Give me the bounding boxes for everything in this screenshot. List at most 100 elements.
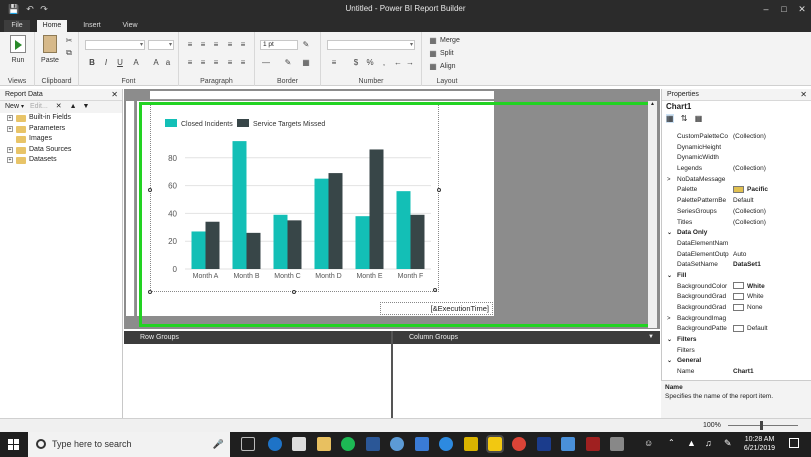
mail-icon[interactable]	[292, 437, 306, 451]
new-button[interactable]: New	[5, 103, 19, 110]
taskbar-search-box[interactable]: Type here to search 🎤	[28, 432, 230, 457]
collapse-icon[interactable]: ⌄	[667, 271, 672, 282]
italic-icon[interactable]: I	[101, 58, 111, 67]
taskbar-clock[interactable]: 10:28 AM 6/21/2019	[737, 435, 782, 453]
property-row[interactable]: DataSetName DataSet1	[662, 260, 803, 271]
indent-icon[interactable]: ≡	[225, 40, 235, 49]
comma-icon[interactable]: ,	[379, 58, 389, 67]
collapse-icon[interactable]: ⌄	[667, 335, 672, 346]
zoom-slider[interactable]	[728, 425, 798, 426]
collapse-icon[interactable]: ⌄	[667, 356, 672, 367]
property-value[interactable]: (Collection)	[733, 164, 766, 175]
align-left-icon[interactable]: ≡	[185, 40, 195, 49]
tree-item-parameters[interactable]: + Parameters	[0, 124, 122, 135]
close-icon[interactable]: ✕	[111, 89, 118, 101]
property-value[interactable]: Chart1	[733, 367, 754, 378]
bullets-icon[interactable]: ≡	[225, 58, 235, 67]
windows-start-icon[interactable]	[8, 439, 19, 450]
maximize-icon[interactable]: □	[775, 2, 793, 16]
network-icon[interactable]: ▲	[687, 438, 696, 448]
groups-divider[interactable]	[391, 331, 393, 418]
file-explorer-icon[interactable]	[317, 437, 331, 451]
expand-icon[interactable]: +	[7, 157, 13, 164]
align-center-icon[interactable]: ≡	[198, 40, 208, 49]
collapse-icon[interactable]: ⌄	[667, 228, 672, 239]
property-category[interactable]: ⌄ General	[662, 356, 803, 367]
property-row[interactable]: BackgroundGrad White	[662, 292, 803, 303]
tab-view[interactable]: View	[115, 20, 145, 32]
font-color-icon[interactable]: A	[131, 58, 141, 67]
property-value[interactable]: White	[733, 282, 765, 293]
app-icon[interactable]	[610, 437, 624, 451]
property-row[interactable]: Filters	[662, 346, 803, 357]
property-row[interactable]: DataElementOutp Auto	[662, 250, 803, 261]
property-row[interactable]: Name Chart1	[662, 367, 803, 378]
property-pages-icon[interactable]: ▦	[695, 114, 703, 123]
font-name-select[interactable]: ▾	[85, 40, 145, 50]
property-row[interactable]: PalettePatternBe Default	[662, 196, 803, 207]
alphabetical-icon[interactable]: ⇅	[681, 114, 688, 123]
app-icon[interactable]	[390, 437, 404, 451]
chevron-down-icon[interactable]: ▼	[648, 331, 654, 344]
property-value[interactable]: (Collection)	[733, 207, 766, 218]
people-icon[interactable]: ☺	[644, 438, 653, 448]
grow-font-icon[interactable]: A	[151, 58, 161, 67]
font-size-select[interactable]: ▾	[148, 40, 174, 50]
property-row[interactable]: Legends (Collection)	[662, 164, 803, 175]
app-icon[interactable]	[415, 437, 429, 451]
placeholder-styles-icon[interactable]: ≡	[329, 58, 339, 67]
property-row[interactable]: DynamicHeight	[662, 143, 803, 154]
chevron-up-icon[interactable]: ⌃	[668, 438, 675, 447]
notifications-icon[interactable]	[789, 438, 799, 448]
tab-home[interactable]: Home	[37, 20, 67, 32]
border-style-icon[interactable]: —	[261, 58, 271, 67]
decrease-decimal-icon[interactable]: →	[405, 58, 415, 67]
borders-icon[interactable]: ▦	[301, 58, 311, 67]
property-value[interactable]: Pacific	[733, 185, 768, 196]
align-middle-icon[interactable]: ≡	[211, 58, 221, 67]
tree-item-images[interactable]: Images	[0, 134, 122, 145]
expand-icon[interactable]: >	[667, 175, 671, 186]
tab-file[interactable]: File	[4, 20, 30, 32]
delete-icon[interactable]: ✕	[56, 103, 62, 110]
move-up-icon[interactable]: ▲	[70, 103, 77, 110]
close-window-icon[interactable]: ✕	[793, 2, 811, 16]
tree-item-datasets[interactable]: + Datasets	[0, 155, 122, 166]
property-row[interactable]: > NoDataMessage	[662, 175, 803, 186]
merge-button[interactable]: Merge	[440, 37, 460, 44]
property-row[interactable]: DataElementNam	[662, 239, 803, 250]
app-icon[interactable]	[586, 437, 600, 451]
property-value[interactable]: (Collection)	[733, 132, 766, 143]
line-color-icon[interactable]: ✎	[283, 58, 293, 67]
power-bi-icon[interactable]	[464, 437, 478, 451]
task-view-icon[interactable]	[241, 437, 255, 451]
app-icon[interactable]	[537, 437, 551, 451]
currency-icon[interactable]: $	[351, 58, 361, 67]
property-value[interactable]: Default	[733, 196, 754, 207]
property-row[interactable]: DynamicWidth	[662, 153, 803, 164]
edit-button[interactable]: Edit...	[30, 103, 48, 110]
bold-icon[interactable]: B	[87, 58, 97, 67]
expand-icon[interactable]: +	[7, 146, 13, 153]
pen-icon[interactable]: ✎	[724, 438, 732, 449]
property-category[interactable]: ⌄ Data Only	[662, 228, 803, 239]
justify-icon[interactable]: ≡	[185, 58, 195, 67]
shrink-font-icon[interactable]: a	[163, 58, 173, 67]
property-value[interactable]: None	[733, 303, 763, 314]
border-width-select[interactable]: 1 pt	[260, 40, 298, 50]
property-row[interactable]: Palette Pacific	[662, 185, 803, 196]
expand-icon[interactable]: +	[7, 115, 13, 121]
word-icon[interactable]	[366, 437, 380, 451]
outdent-icon[interactable]: ≡	[238, 40, 248, 49]
expand-icon[interactable]: >	[667, 314, 671, 325]
chrome-icon[interactable]	[512, 437, 526, 451]
align-top-icon[interactable]: ≡	[198, 58, 208, 67]
categorized-icon[interactable]: ▦	[666, 114, 674, 123]
property-value[interactable]: White	[733, 292, 764, 303]
move-down-icon[interactable]: ▼	[83, 103, 90, 110]
app-icon[interactable]	[561, 437, 575, 451]
property-row[interactable]: CustomPaletteCo (Collection)	[662, 132, 803, 143]
paste-button[interactable]: Paste	[39, 35, 61, 64]
tree-item-data-sources[interactable]: + Data Sources	[0, 145, 122, 156]
run-button[interactable]: Run	[4, 35, 32, 64]
